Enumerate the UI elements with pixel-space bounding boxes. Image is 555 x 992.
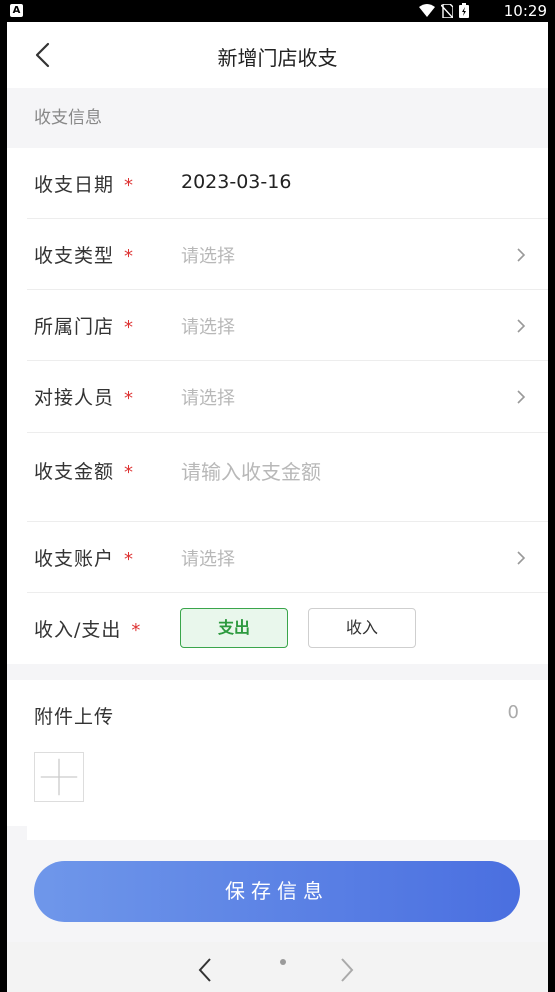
required-mark: *: [131, 620, 142, 641]
chevron-right-icon[interactable]: [514, 319, 528, 333]
battery-icon: [459, 3, 469, 18]
row-direction: 收入/支出 * 支出 收入: [27, 593, 548, 664]
page-indicator-dot: [280, 959, 286, 965]
row-amount[interactable]: 收支金额 * 请输入收支金额: [27, 433, 548, 522]
chevron-right-icon[interactable]: [514, 390, 528, 404]
type-select[interactable]: 请选择: [181, 242, 235, 268]
save-button[interactable]: 保存信息: [34, 861, 520, 922]
system-icons: [419, 3, 469, 18]
status-time: 10:29: [503, 2, 547, 20]
date-label: 收支日期 *: [34, 174, 135, 196]
expense-toggle-button[interactable]: 支出: [180, 608, 288, 648]
form-card: 收支日期 * 2023-03-16 收支类型 * 请选择 所属门店 * 请选择 对接人…: [7, 148, 548, 664]
card-spacer: [27, 826, 548, 840]
store-select[interactable]: 请选择: [181, 313, 235, 339]
amount-label: 收支金额 *: [34, 461, 135, 483]
row-contact[interactable]: 对接人员 * 请选择: [27, 361, 548, 433]
account-select[interactable]: 请选择: [181, 545, 235, 571]
required-mark: *: [124, 317, 135, 338]
store-label: 所属门店 *: [34, 316, 135, 338]
required-mark: *: [124, 175, 135, 196]
required-mark: *: [124, 549, 135, 570]
wifi-icon: [419, 3, 435, 17]
page-title: 新增门店收支: [217, 46, 338, 70]
no-sim-icon: [441, 3, 453, 18]
notification-a-icon: A: [10, 4, 23, 17]
nav-forward-icon[interactable]: [335, 956, 359, 984]
header: 新增门店收支: [7, 22, 548, 88]
screen: 新增门店收支 收支信息 收支日期 * 2023-03-16 收支类型 * 请选择 所…: [7, 22, 548, 992]
account-label: 收支账户 *: [34, 548, 135, 570]
required-mark: *: [124, 462, 135, 483]
row-account[interactable]: 收支账户 * 请选择: [27, 522, 548, 593]
attachment-card: 附件上传 0: [7, 680, 548, 826]
add-attachment-icon[interactable]: [34, 752, 84, 802]
row-type[interactable]: 收支类型 * 请选择: [27, 219, 548, 290]
status-bar: A 10:29: [0, 0, 555, 22]
chevron-right-icon[interactable]: [514, 551, 528, 565]
attachment-label: 附件上传: [34, 706, 115, 728]
row-store[interactable]: 所属门店 * 请选择: [27, 290, 548, 361]
income-toggle-button[interactable]: 收入: [308, 608, 416, 648]
section-label: 收支信息: [7, 88, 548, 148]
direction-label: 收入/支出 *: [34, 619, 142, 641]
row-date[interactable]: 收支日期 * 2023-03-16: [27, 148, 548, 219]
chevron-right-icon[interactable]: [514, 248, 528, 262]
required-mark: *: [124, 246, 135, 267]
contact-select[interactable]: 请选择: [181, 384, 235, 410]
browser-nav-bar: [7, 942, 548, 992]
required-mark: *: [124, 388, 135, 409]
date-value[interactable]: 2023-03-16: [181, 171, 291, 193]
nav-back-icon[interactable]: [193, 956, 217, 984]
amount-input[interactable]: 请输入收支金额: [181, 456, 321, 485]
attachment-count: 0: [507, 702, 519, 723]
type-label: 收支类型 *: [34, 245, 135, 267]
contact-label: 对接人员 *: [34, 387, 135, 409]
